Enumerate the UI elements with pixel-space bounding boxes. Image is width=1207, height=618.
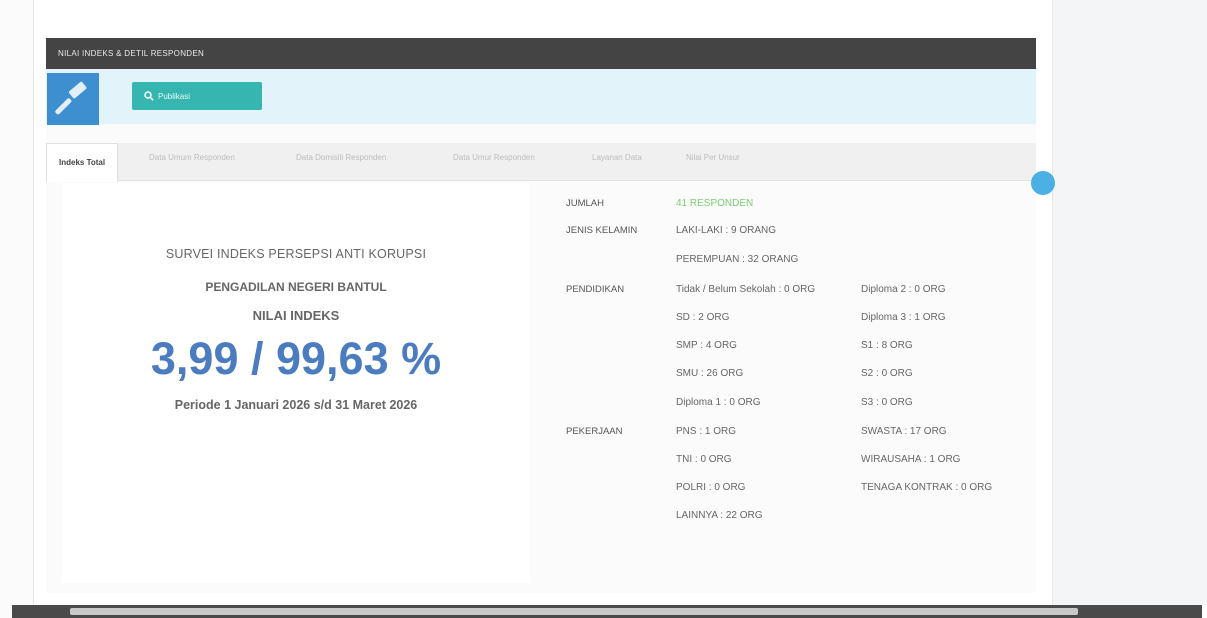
search-icon xyxy=(144,91,154,101)
occupation-item: LAINNYA : 22 ORG xyxy=(676,510,763,521)
right-gutter xyxy=(1052,0,1207,605)
occupation-label: PEKERJAAN xyxy=(566,426,623,437)
search-publication-button[interactable]: Publikasi xyxy=(132,82,262,110)
left-edge xyxy=(0,0,34,618)
tab-indeks-total[interactable]: Indeks Total xyxy=(46,143,119,182)
education-item: Tidak / Belum Sekolah : 0 ORG xyxy=(676,284,816,295)
occupation-item: SWASTA : 17 ORG xyxy=(861,426,947,437)
tab-bar: Indeks Total Data Umum Responden Data Do… xyxy=(46,143,1036,182)
tab-data-umum[interactable]: Data Umum Responden xyxy=(149,153,235,162)
horizontal-scrollbar[interactable] xyxy=(70,608,1078,615)
panel-title: NILAI INDEKS & DETIL RESPONDEN xyxy=(58,49,205,58)
survey-period: Periode 1 Januari 2026 s/d 31 Maret 2026 xyxy=(174,398,418,412)
education-item: Diploma 2 : 0 ORG xyxy=(861,284,946,295)
index-label: NILAI INDEKS xyxy=(252,308,340,323)
occupation-item: POLRI : 0 ORG xyxy=(676,482,746,493)
education-item: Diploma 1 : 0 ORG xyxy=(676,397,761,408)
total-label: JUMLAH xyxy=(566,198,605,209)
gavel-tile xyxy=(47,73,99,125)
gavel-icon xyxy=(55,81,87,115)
gender-item: PEREMPUAN : 32 ORANG xyxy=(676,254,799,265)
tab-layanan-data[interactable]: Layanan Data xyxy=(592,153,642,162)
tab-nilai-per-unsur[interactable]: Nilai Per Unsur xyxy=(686,153,740,162)
tab-data-domisili[interactable]: Data Domisili Responden xyxy=(296,153,386,162)
education-item: SD : 2 ORG xyxy=(676,312,730,323)
education-item: Diploma 3 : 1 ORG xyxy=(861,312,946,323)
education-item: S3 : 0 ORG xyxy=(861,397,913,408)
education-item: S1 : 8 ORG xyxy=(861,340,913,351)
education-item: SMU : 26 ORG xyxy=(676,368,744,379)
survey-title: SURVEI INDEKS PERSEPSI ANTI KORUPSI xyxy=(165,247,427,261)
tab-data-umur[interactable]: Data Umur Responden xyxy=(453,153,535,162)
index-summary-card: SURVEI INDEKS PERSEPSI ANTI KORUPSI PENG… xyxy=(62,183,530,583)
education-label: PENDIDIKAN xyxy=(566,284,625,295)
occupation-item: TENAGA KONTRAK : 0 ORG xyxy=(861,482,993,493)
court-name: PENGADILAN NEGERI BANTUL xyxy=(205,280,387,294)
scroll-indicator[interactable] xyxy=(1031,171,1055,195)
occupation-item: TNI : 0 ORG xyxy=(676,454,732,465)
search-button-label: Publikasi xyxy=(158,91,191,101)
education-item: S2 : 0 ORG xyxy=(861,368,913,379)
gender-item: LAKI-LAKI : 9 ORANG xyxy=(676,225,777,236)
education-item: SMP : 4 ORG xyxy=(676,340,737,351)
index-value: 3,99 / 99,63 % xyxy=(150,333,442,384)
occupation-item: PNS : 1 ORG xyxy=(676,426,737,437)
panel-header: NILAI INDEKS & DETIL RESPONDEN xyxy=(46,38,1036,69)
occupation-item: WIRAUSAHA : 1 ORG xyxy=(861,454,961,465)
hero-banner: Publikasi xyxy=(46,69,1036,125)
total-value: 41 RESPONDEN xyxy=(676,198,754,209)
gender-label: JENIS KELAMIN xyxy=(566,225,638,236)
